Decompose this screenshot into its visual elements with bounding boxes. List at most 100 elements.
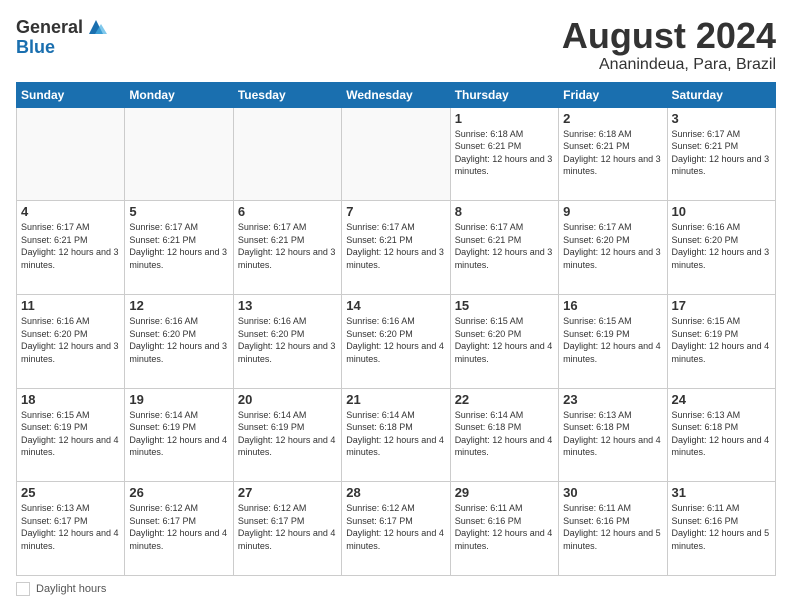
header: General Blue August 2024 Ananindeua, Par… — [16, 16, 776, 74]
calendar-day-cell: 14 Sunrise: 6:16 AM Sunset: 6:20 PM Dayli… — [342, 294, 450, 388]
day-number: 2 — [563, 111, 662, 126]
day-number: 15 — [455, 298, 554, 313]
day-number: 3 — [672, 111, 771, 126]
page-subtitle: Ananindeua, Para, Brazil — [562, 56, 776, 74]
day-number: 16 — [563, 298, 662, 313]
calendar-day-cell: 2 Sunrise: 6:18 AM Sunset: 6:21 PM Daylig… — [559, 107, 667, 201]
day-number: 10 — [672, 204, 771, 219]
title-block: August 2024 Ananindeua, Para, Brazil — [562, 16, 776, 74]
day-info: Sunrise: 6:16 AM Sunset: 6:20 PM Dayligh… — [238, 315, 337, 365]
day-number: 12 — [129, 298, 228, 313]
day-number: 25 — [21, 485, 120, 500]
calendar-day-header: Thursday — [450, 82, 558, 107]
calendar-day-cell: 12 Sunrise: 6:16 AM Sunset: 6:20 PM Dayli… — [125, 294, 233, 388]
calendar-day-cell: 24Sunrise: 6:13 AM Sunset: 6:18 PM Dayli… — [667, 388, 775, 482]
day-info: Sunrise: 6:17 AM Sunset: 6:21 PM Dayligh… — [672, 128, 771, 178]
calendar-day-header: Friday — [559, 82, 667, 107]
calendar-week-row: 4 Sunrise: 6:17 AM Sunset: 6:21 PM Daylig… — [17, 201, 776, 295]
calendar-day-cell: 13 Sunrise: 6:16 AM Sunset: 6:20 PM Dayli… — [233, 294, 341, 388]
calendar-day-cell: 8 Sunrise: 6:17 AM Sunset: 6:21 PM Daylig… — [450, 201, 558, 295]
day-info: Sunrise: 6:17 AM Sunset: 6:20 PM Dayligh… — [563, 221, 662, 271]
day-info: Sunrise: 6:17 AM Sunset: 6:21 PM Dayligh… — [455, 221, 554, 271]
day-number: 8 — [455, 204, 554, 219]
calendar-day-cell: 26 Sunrise: 6:12 AM Sunset: 6:17 PM Dayli… — [125, 482, 233, 576]
logo-blue-text: Blue — [16, 38, 55, 56]
calendar-day-header: Saturday — [667, 82, 775, 107]
calendar-week-row: 1 Sunrise: 6:18 AM Sunset: 6:21 PM Daylig… — [17, 107, 776, 201]
calendar-day-header: Wednesday — [342, 82, 450, 107]
calendar-day-cell: 16 Sunrise: 6:15 AM Sunset: 6:19 PM Dayli… — [559, 294, 667, 388]
calendar-week-row: 11 Sunrise: 6:16 AM Sunset: 6:20 PM Dayli… — [17, 294, 776, 388]
day-number: 22 — [455, 392, 554, 407]
calendar-day-cell: 30 Sunrise: 6:11 AM Sunset: 6:16 PM Dayli… — [559, 482, 667, 576]
day-info: Sunrise: 6:12 AM Sunset: 6:17 PM Dayligh… — [129, 502, 228, 552]
calendar-day-cell: 4 Sunrise: 6:17 AM Sunset: 6:21 PM Daylig… — [17, 201, 125, 295]
calendar-day-cell: 5 Sunrise: 6:17 AM Sunset: 6:21 PM Daylig… — [125, 201, 233, 295]
calendar-day-header: Monday — [125, 82, 233, 107]
day-info: Sunrise: 6:15 AM Sunset: 6:19 PM Dayligh… — [672, 315, 771, 365]
calendar-week-row: 25 Sunrise: 6:13 AM Sunset: 6:17 PM Dayli… — [17, 482, 776, 576]
day-number: 9 — [563, 204, 662, 219]
calendar-day-cell: 23Sunrise: 6:13 AM Sunset: 6:18 PM Dayli… — [559, 388, 667, 482]
day-info: Sunrise: 6:17 AM Sunset: 6:21 PM Dayligh… — [346, 221, 445, 271]
daylight-label: Daylight hours — [36, 583, 106, 595]
day-number: 4 — [21, 204, 120, 219]
day-number: 18 — [21, 392, 120, 407]
calendar-day-cell: 19 Sunrise: 6:14 AM Sunset: 6:19 PM Dayli… — [125, 388, 233, 482]
day-number: 6 — [238, 204, 337, 219]
day-info: Sunrise: 6:15 AM Sunset: 6:19 PM Dayligh… — [563, 315, 662, 365]
day-info: Sunrise: 6:17 AM Sunset: 6:21 PM Dayligh… — [238, 221, 337, 271]
day-info: Sunrise: 6:18 AM Sunset: 6:21 PM Dayligh… — [455, 128, 554, 178]
day-info: Sunrise: 6:16 AM Sunset: 6:20 PM Dayligh… — [129, 315, 228, 365]
day-info: Sunrise: 6:14 AM Sunset: 6:18 PM Dayligh… — [346, 409, 445, 459]
footer: Daylight hours — [16, 582, 776, 596]
calendar-day-cell: 21Sunrise: 6:14 AM Sunset: 6:18 PM Dayli… — [342, 388, 450, 482]
calendar-day-cell: 28Sunrise: 6:12 AM Sunset: 6:17 PM Dayli… — [342, 482, 450, 576]
calendar-table: SundayMondayTuesdayWednesdayThursdayFrid… — [16, 82, 776, 576]
day-number: 23 — [563, 392, 662, 407]
calendar-day-cell: 20 Sunrise: 6:14 AM Sunset: 6:19 PM Dayli… — [233, 388, 341, 482]
daylight-box-icon — [16, 582, 30, 596]
day-number: 30 — [563, 485, 662, 500]
calendar-day-cell: 29 Sunrise: 6:11 AM Sunset: 6:16 PM Dayli… — [450, 482, 558, 576]
calendar-day-cell: 22Sunrise: 6:14 AM Sunset: 6:18 PM Dayli… — [450, 388, 558, 482]
day-number: 29 — [455, 485, 554, 500]
day-info: Sunrise: 6:17 AM Sunset: 6:21 PM Dayligh… — [21, 221, 120, 271]
logo-icon — [85, 16, 107, 38]
day-info: Sunrise: 6:16 AM Sunset: 6:20 PM Dayligh… — [21, 315, 120, 365]
day-info: Sunrise: 6:13 AM Sunset: 6:17 PM Dayligh… — [21, 502, 120, 552]
calendar-day-cell: 6 Sunrise: 6:17 AM Sunset: 6:21 PM Daylig… — [233, 201, 341, 295]
day-number: 20 — [238, 392, 337, 407]
calendar-day-cell: 15 Sunrise: 6:15 AM Sunset: 6:20 PM Dayli… — [450, 294, 558, 388]
page: General Blue August 2024 Ananindeua, Par… — [0, 0, 792, 612]
calendar-day-cell — [233, 107, 341, 201]
day-number: 1 — [455, 111, 554, 126]
day-number: 13 — [238, 298, 337, 313]
logo-general-text: General — [16, 18, 83, 36]
day-number: 28 — [346, 485, 445, 500]
calendar-day-cell: 25 Sunrise: 6:13 AM Sunset: 6:17 PM Dayli… — [17, 482, 125, 576]
day-number: 27 — [238, 485, 337, 500]
day-info: Sunrise: 6:15 AM Sunset: 6:20 PM Dayligh… — [455, 315, 554, 365]
calendar-day-cell: 3 Sunrise: 6:17 AM Sunset: 6:21 PM Daylig… — [667, 107, 775, 201]
day-info: Sunrise: 6:11 AM Sunset: 6:16 PM Dayligh… — [455, 502, 554, 552]
calendar-day-cell: 18 Sunrise: 6:15 AM Sunset: 6:19 PM Dayli… — [17, 388, 125, 482]
day-info: Sunrise: 6:18 AM Sunset: 6:21 PM Dayligh… — [563, 128, 662, 178]
day-info: Sunrise: 6:14 AM Sunset: 6:19 PM Dayligh… — [238, 409, 337, 459]
day-info: Sunrise: 6:15 AM Sunset: 6:19 PM Dayligh… — [21, 409, 120, 459]
day-info: Sunrise: 6:17 AM Sunset: 6:21 PM Dayligh… — [129, 221, 228, 271]
calendar-week-row: 18 Sunrise: 6:15 AM Sunset: 6:19 PM Dayli… — [17, 388, 776, 482]
day-info: Sunrise: 6:16 AM Sunset: 6:20 PM Dayligh… — [346, 315, 445, 365]
calendar-day-cell: 11 Sunrise: 6:16 AM Sunset: 6:20 PM Dayli… — [17, 294, 125, 388]
day-info: Sunrise: 6:14 AM Sunset: 6:19 PM Dayligh… — [129, 409, 228, 459]
day-number: 14 — [346, 298, 445, 313]
calendar-day-cell: 1 Sunrise: 6:18 AM Sunset: 6:21 PM Daylig… — [450, 107, 558, 201]
day-number: 26 — [129, 485, 228, 500]
day-number: 19 — [129, 392, 228, 407]
day-info: Sunrise: 6:11 AM Sunset: 6:16 PM Dayligh… — [563, 502, 662, 552]
calendar-day-header: Sunday — [17, 82, 125, 107]
day-number: 11 — [21, 298, 120, 313]
calendar-day-cell: 9 Sunrise: 6:17 AM Sunset: 6:20 PM Daylig… — [559, 201, 667, 295]
calendar-day-cell: 17Sunrise: 6:15 AM Sunset: 6:19 PM Dayli… — [667, 294, 775, 388]
day-number: 5 — [129, 204, 228, 219]
